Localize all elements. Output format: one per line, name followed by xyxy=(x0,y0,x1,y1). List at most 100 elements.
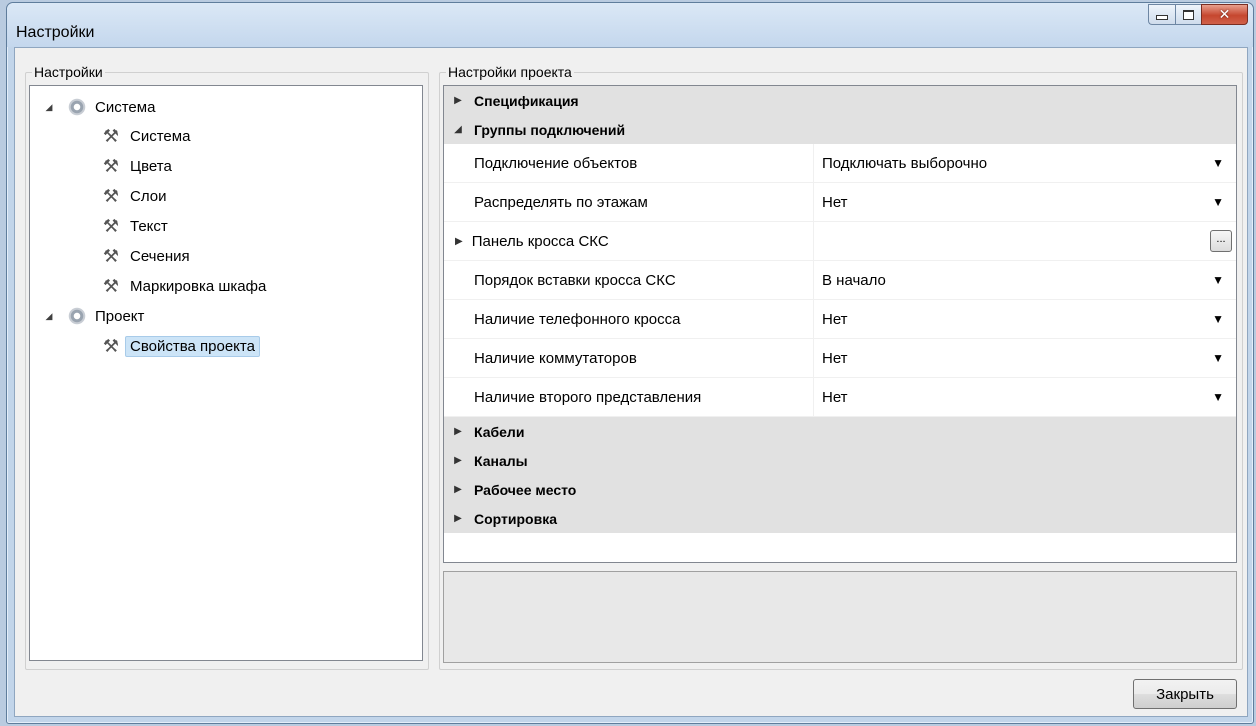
tree-node-text[interactable]: ⚒ Текст xyxy=(100,214,168,238)
hammer-wrench-icon: ⚒ xyxy=(102,335,120,356)
tree-node-label: Система xyxy=(95,98,156,116)
property-value: Нет xyxy=(822,310,848,328)
title-bar[interactable]: Настройки ✕ xyxy=(7,3,1253,47)
property-value-dropdown[interactable]: Подключать выборочно ▼ xyxy=(814,144,1236,182)
category-label: Группы подключений xyxy=(474,121,626,138)
tree-node-label: Цвета xyxy=(130,157,172,175)
dropdown-arrow-icon[interactable]: ▼ xyxy=(1212,390,1224,404)
hammer-wrench-icon: ⚒ xyxy=(102,245,120,266)
gear-icon xyxy=(68,98,86,116)
triangle-right-icon[interactable]: ▶ xyxy=(448,455,468,466)
hammer-wrench-icon: ⚒ xyxy=(102,185,120,206)
dropdown-arrow-icon[interactable]: ▼ xyxy=(1212,195,1224,209)
property-name-expandable: ▶ Панель кросса СКС xyxy=(444,222,814,260)
category-label: Спецификация xyxy=(474,92,579,109)
maximize-icon xyxy=(1183,9,1194,20)
property-value-dropdown[interactable]: Нет ▼ xyxy=(814,300,1236,338)
property-value-editor[interactable]: ... xyxy=(814,222,1236,260)
category-connection-groups[interactable]: ◢ Группы подключений xyxy=(444,115,1236,144)
dropdown-arrow-icon[interactable]: ▼ xyxy=(1212,351,1224,365)
property-row[interactable]: ▶ Панель кросса СКС ... xyxy=(444,222,1236,261)
project-settings-group-label: Настройки проекта xyxy=(446,64,574,81)
category-label: Сортировка xyxy=(474,510,557,527)
triangle-right-icon[interactable]: ▶ xyxy=(455,236,463,247)
dropdown-arrow-icon[interactable]: ▼ xyxy=(1212,273,1224,287)
category-label: Каналы xyxy=(474,452,528,469)
settings-tree-group: Настройки ◢ Система ⚒ Система ⚒ Цвета ⚒ xyxy=(25,64,429,670)
category-cables[interactable]: ▶ Кабели xyxy=(444,417,1236,446)
tree-node-label: Маркировка шкафа xyxy=(130,277,267,295)
tree-node-project-properties[interactable]: ⚒ Свойства проекта xyxy=(100,334,260,358)
close-icon: ✕ xyxy=(1218,6,1231,23)
property-value: В начало xyxy=(822,271,886,289)
project-settings-group: Настройки проекта ▶ Спецификация ◢ Групп… xyxy=(439,64,1243,670)
property-name: Наличие второго представления xyxy=(444,378,814,416)
tree-node-cabinet-marking[interactable]: ⚒ Маркировка шкафа xyxy=(100,274,266,298)
property-row[interactable]: Наличие телефонного кросса Нет ▼ xyxy=(444,300,1236,339)
tree-node-sections[interactable]: ⚒ Сечения xyxy=(100,244,190,268)
dropdown-arrow-icon[interactable]: ▼ xyxy=(1212,312,1224,326)
triangle-right-icon[interactable]: ▶ xyxy=(448,426,468,437)
tree-node-colors[interactable]: ⚒ Цвета xyxy=(100,154,172,178)
tree-node-system-root[interactable]: ◢ Система xyxy=(44,95,155,119)
category-label: Рабочее место xyxy=(474,481,577,498)
property-description-panel xyxy=(443,571,1237,663)
property-row[interactable]: Порядок вставки кросса СКС В начало ▼ xyxy=(444,261,1236,300)
close-window-button[interactable]: ✕ xyxy=(1201,4,1248,25)
tree-node-system[interactable]: ⚒ Система xyxy=(100,124,191,148)
triangle-right-icon[interactable]: ▶ xyxy=(448,484,468,495)
maximize-button[interactable] xyxy=(1175,4,1201,25)
ellipsis-button[interactable]: ... xyxy=(1210,230,1232,252)
tree-node-project-root[interactable]: ◢ Проект xyxy=(44,304,144,328)
property-name: Порядок вставки кросса СКС xyxy=(444,261,814,299)
property-row[interactable]: Наличие второго представления Нет ▼ xyxy=(444,378,1236,417)
category-spec[interactable]: ▶ Спецификация xyxy=(444,86,1236,115)
property-row[interactable]: Распределять по этажам Нет ▼ xyxy=(444,183,1236,222)
caption-buttons: ✕ xyxy=(1148,4,1248,25)
tree-node-label: Текст xyxy=(130,217,168,235)
triangle-down-icon[interactable]: ◢ xyxy=(44,102,54,113)
tree-node-label: Сечения xyxy=(130,247,190,265)
category-sorting[interactable]: ▶ Сортировка xyxy=(444,504,1236,533)
dropdown-arrow-icon[interactable]: ▼ xyxy=(1212,156,1224,170)
triangle-right-icon[interactable]: ▶ xyxy=(448,513,468,524)
property-value-dropdown[interactable]: Нет ▼ xyxy=(814,183,1236,221)
window-title: Настройки xyxy=(16,24,95,41)
minimize-icon xyxy=(1156,15,1168,20)
property-name: Наличие телефонного кросса xyxy=(444,300,814,338)
tree-node-label: Проект xyxy=(95,307,145,325)
category-workplace[interactable]: ▶ Рабочее место xyxy=(444,475,1236,504)
settings-tree[interactable]: ◢ Система ⚒ Система ⚒ Цвета ⚒ Слои ⚒ Тек… xyxy=(29,85,423,661)
property-name: Наличие коммутаторов xyxy=(444,339,814,377)
tree-node-label: Свойства проекта xyxy=(125,335,260,357)
gear-icon xyxy=(68,307,86,325)
property-value: Подключать выборочно xyxy=(822,154,988,172)
hammer-wrench-icon: ⚒ xyxy=(102,125,120,146)
property-value-dropdown[interactable]: Нет ▼ xyxy=(814,339,1236,377)
settings-tree-group-label: Настройки xyxy=(32,64,105,81)
tree-node-label: Система xyxy=(130,127,191,145)
close-button[interactable]: Закрыть xyxy=(1133,679,1237,709)
triangle-down-icon[interactable]: ◢ xyxy=(448,124,468,135)
hammer-wrench-icon: ⚒ xyxy=(102,155,120,176)
triangle-right-icon[interactable]: ▶ xyxy=(448,95,468,106)
property-name: Распределять по этажам xyxy=(444,183,814,221)
minimize-button[interactable] xyxy=(1148,4,1175,25)
hammer-wrench-icon: ⚒ xyxy=(102,215,120,236)
property-value: Нет xyxy=(822,388,848,406)
property-name: Панель кросса СКС xyxy=(471,232,609,250)
property-value: Нет xyxy=(822,193,848,211)
property-value-dropdown[interactable]: В начало ▼ xyxy=(814,261,1236,299)
property-value: Нет xyxy=(822,349,848,367)
settings-window: Настройки ✕ Настройки ◢ Система ⚒ Систем… xyxy=(6,2,1254,724)
property-name: Подключение объектов xyxy=(444,144,814,182)
tree-node-layers[interactable]: ⚒ Слои xyxy=(100,184,167,208)
triangle-down-icon[interactable]: ◢ xyxy=(44,311,54,322)
tree-node-label: Слои xyxy=(130,187,167,205)
property-row[interactable]: Наличие коммутаторов Нет ▼ xyxy=(444,339,1236,378)
category-channels[interactable]: ▶ Каналы xyxy=(444,446,1236,475)
property-value-dropdown[interactable]: Нет ▼ xyxy=(814,378,1236,416)
property-grid[interactable]: ▶ Спецификация ◢ Группы подключений Подк… xyxy=(443,85,1237,563)
dialog-client: Настройки ◢ Система ⚒ Система ⚒ Цвета ⚒ xyxy=(14,47,1248,717)
property-row[interactable]: Подключение объектов Подключать выборочн… xyxy=(444,144,1236,183)
